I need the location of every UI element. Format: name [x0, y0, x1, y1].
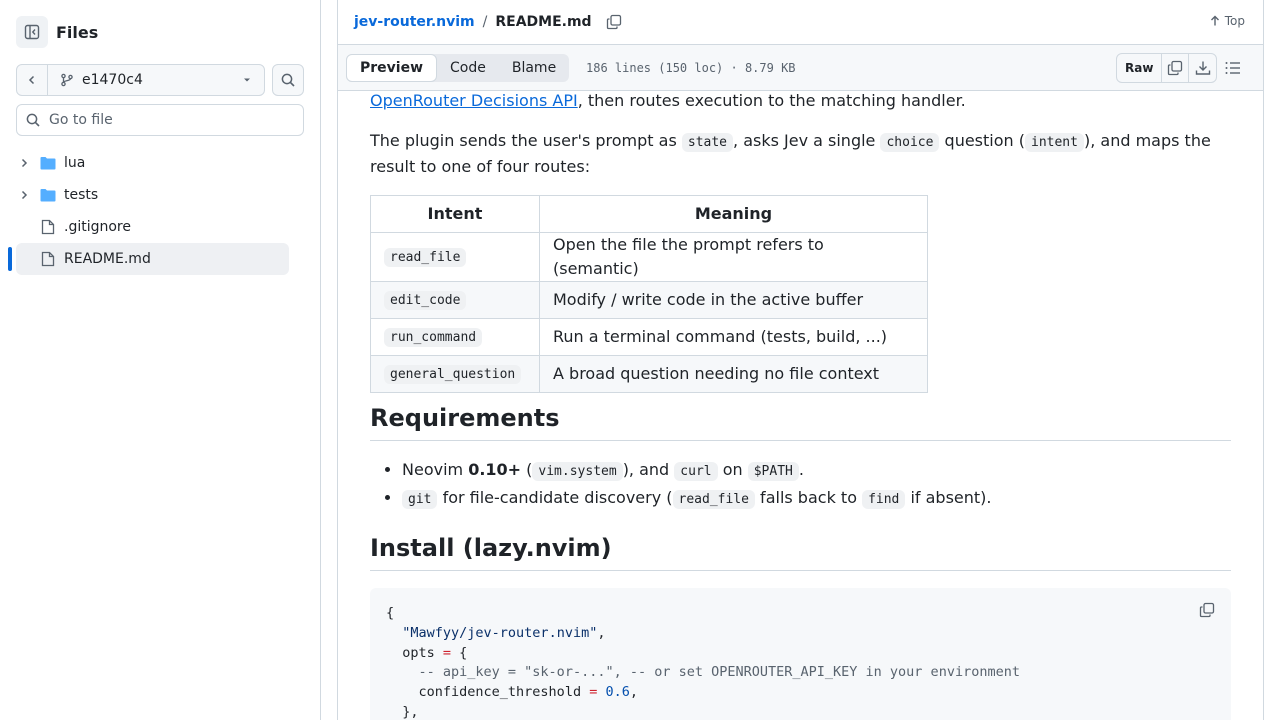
tab-code[interactable]: Code: [437, 54, 499, 82]
copy-code-icon[interactable]: [1199, 602, 1215, 618]
table-row: run_command Run a terminal command (test…: [370, 318, 928, 356]
sidebar-header: Files: [16, 16, 98, 48]
file-tree-sidebar: Files e1470c4 lua tests: [0, 0, 321, 720]
list-item: git for file-candidate discovery (read_f…: [402, 486, 992, 514]
download-icon: [1195, 61, 1211, 75]
branch-row: e1470c4: [16, 64, 304, 96]
back-button[interactable]: [17, 65, 48, 95]
tree-item-label: .gitignore: [64, 219, 131, 235]
intent-code: read_file: [384, 248, 467, 267]
inline-code: intent: [1025, 133, 1084, 152]
copy-path-button[interactable]: [606, 14, 622, 30]
table-cell: Open the file the prompt refers to (sema…: [539, 232, 928, 282]
inline-code: curl: [674, 462, 718, 481]
inline-code: vim.system: [532, 462, 623, 481]
table-header: Meaning: [539, 195, 928, 233]
copy-raw-button[interactable]: [1162, 54, 1190, 82]
collapse-sidebar-button[interactable]: [16, 16, 48, 48]
intent-code: run_command: [384, 328, 483, 347]
folder-icon: [40, 187, 56, 203]
tree-item-lua[interactable]: lua: [16, 147, 289, 179]
back-to-top-button[interactable]: Top: [1209, 14, 1245, 28]
go-to-file-field[interactable]: [16, 104, 304, 136]
tree-item-label: lua: [64, 155, 86, 171]
table-header-row: Intent Meaning: [370, 195, 928, 233]
copy-icon: [1168, 60, 1183, 76]
file-view: jev-router.nvim / README.md Top Preview …: [337, 0, 1264, 720]
openrouter-link[interactable]: OpenRouter Decisions API: [370, 91, 578, 110]
search-button[interactable]: [272, 64, 304, 96]
breadcrumb-separator: /: [482, 14, 488, 30]
view-mode-tabs: Preview Code Blame: [346, 54, 570, 82]
breadcrumb-file: README.md: [495, 14, 592, 30]
table-row: general_question A broad question needin…: [370, 355, 928, 393]
table-header: Intent: [370, 195, 540, 233]
install-code-block[interactable]: { "Mawfyy/jev-router.nvim", opts = { -- …: [370, 588, 1231, 720]
top-link-label: Top: [1224, 14, 1245, 28]
requirements-list: Neovim 0.10+ (vim.system), and curl on $…: [402, 458, 992, 514]
sidebar-collapse-icon: [24, 24, 40, 40]
tree-item-readme[interactable]: README.md: [8, 243, 289, 275]
inline-code: choice: [880, 133, 940, 152]
inline-code: git: [402, 490, 438, 509]
tab-preview[interactable]: Preview: [346, 54, 438, 82]
search-icon: [26, 113, 40, 127]
inline-code: find: [862, 490, 906, 509]
intent-code: edit_code: [384, 291, 467, 310]
table-cell: Modify / write code in the active buffer: [539, 281, 928, 319]
table-row: read_file Open the file the prompt refer…: [370, 232, 928, 282]
file-icon: [40, 219, 56, 235]
file-meta: 186 lines (150 loc) · 8.79 KB: [586, 61, 796, 75]
inline-code: state: [681, 133, 734, 152]
breadcrumb: jev-router.nvim / README.md Top: [338, 0, 1263, 44]
arrow-up-icon: [1210, 15, 1219, 26]
table-cell: A broad question needing no file context: [539, 355, 928, 393]
file-tree: lua tests .gitignore README.md: [8, 147, 304, 275]
intent-table: Intent Meaning read_file Open the file t…: [370, 195, 928, 393]
inline-code: $PATH: [747, 462, 799, 481]
chevron-right-icon[interactable]: [16, 189, 32, 201]
raw-button[interactable]: Raw: [1117, 54, 1163, 82]
breadcrumb-repo-link[interactable]: jev-router.nvim: [354, 14, 475, 30]
folder-icon: [40, 155, 56, 171]
tree-item-tests[interactable]: tests: [16, 179, 289, 211]
chevron-left-icon: [28, 75, 35, 85]
search-icon: [281, 73, 295, 87]
file-icon: [40, 251, 56, 267]
tree-item-gitignore[interactable]: .gitignore: [16, 211, 289, 243]
file-toolbar: Preview Code Blame 186 lines (150 loc) ·…: [338, 44, 1263, 91]
paragraph: The plugin sends the user's prompt as st…: [370, 131, 1211, 176]
paragraph: OpenRouter Decisions API, then routes ex…: [370, 91, 966, 110]
tab-blame[interactable]: Blame: [499, 54, 569, 82]
branch-group: e1470c4: [16, 64, 265, 96]
branch-selector[interactable]: e1470c4: [48, 65, 264, 95]
sidebar-title: Files: [56, 22, 99, 42]
heading-requirements: Requirements: [370, 402, 1231, 441]
inline-code: read_file: [672, 490, 755, 509]
heading-install: Install (lazy.nvim): [370, 532, 1231, 571]
tree-item-label: tests: [64, 187, 99, 203]
table-row: edit_code Modify / write code in the act…: [370, 281, 928, 319]
download-button[interactable]: [1189, 54, 1216, 82]
branch-name: e1470c4: [82, 72, 143, 88]
chevron-right-icon[interactable]: [16, 157, 32, 169]
tree-item-label: README.md: [64, 251, 151, 267]
table-cell: Run a terminal command (tests, build, ..…: [539, 318, 928, 356]
outline-list-icon[interactable]: [1224, 59, 1242, 77]
go-to-file-input[interactable]: [49, 112, 289, 128]
caret-down-icon: [244, 78, 250, 82]
git-branch-icon: [61, 73, 73, 87]
file-actions: Raw: [1116, 53, 1218, 83]
copy-icon: [606, 14, 621, 30]
intent-code: general_question: [384, 365, 522, 384]
list-item: Neovim 0.10+ (vim.system), and curl on $…: [402, 458, 992, 486]
